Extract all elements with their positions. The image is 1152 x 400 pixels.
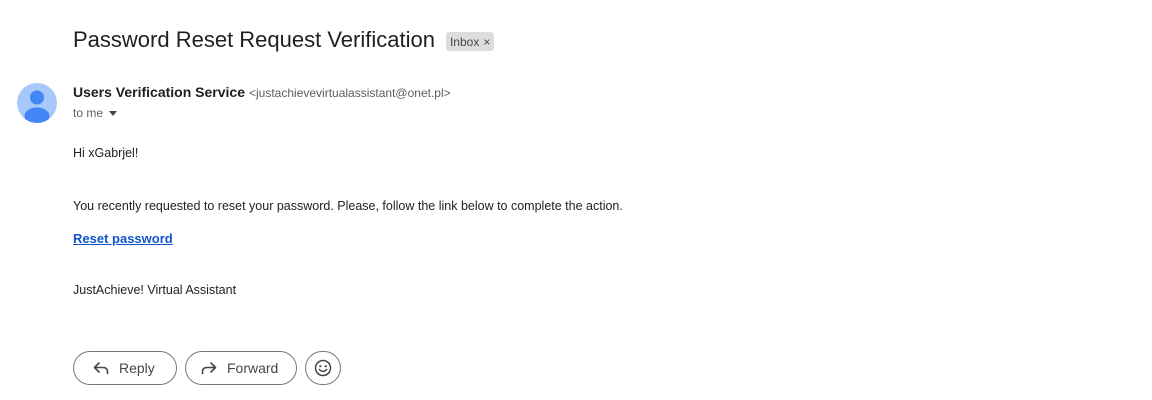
email-subject: Password Reset Request Verification <box>73 27 435 52</box>
smiley-icon <box>314 359 332 377</box>
caret-down-icon[interactable] <box>109 110 118 116</box>
recipient-label: to me <box>73 106 104 120</box>
forward-arrow-icon <box>201 362 217 375</box>
sender-row: Users Verification Service <justachievev… <box>73 84 451 100</box>
add-reaction-button[interactable] <box>305 351 341 385</box>
sender-name[interactable]: Users Verification Service <box>73 84 245 100</box>
forward-button[interactable]: Forward <box>185 351 297 385</box>
forward-label: Forward <box>227 360 279 376</box>
remove-label-icon[interactable]: × <box>483 35 490 49</box>
reply-button[interactable]: Reply <box>73 351 177 385</box>
signature-text: JustAchieve! Virtual Assistant <box>73 283 237 297</box>
label-text: Inbox <box>449 34 480 49</box>
recipient-details-toggle[interactable]: to me <box>73 106 118 120</box>
reset-password-link[interactable]: Reset password <box>73 231 173 246</box>
person-avatar-icon <box>24 90 50 123</box>
sender-avatar[interactable] <box>17 83 57 123</box>
reply-arrow-icon <box>93 362 109 375</box>
subject-row: Password Reset Request Verification Inbo… <box>73 27 495 53</box>
inbox-label-chip[interactable]: Inbox × <box>445 32 495 51</box>
sender-email: <justachievevirtualassistant@onet.pl> <box>249 86 451 100</box>
reply-label: Reply <box>119 360 155 376</box>
greeting-text: Hi xGabrjel! <box>73 146 139 160</box>
message-text: You recently requested to reset your pas… <box>73 199 623 213</box>
